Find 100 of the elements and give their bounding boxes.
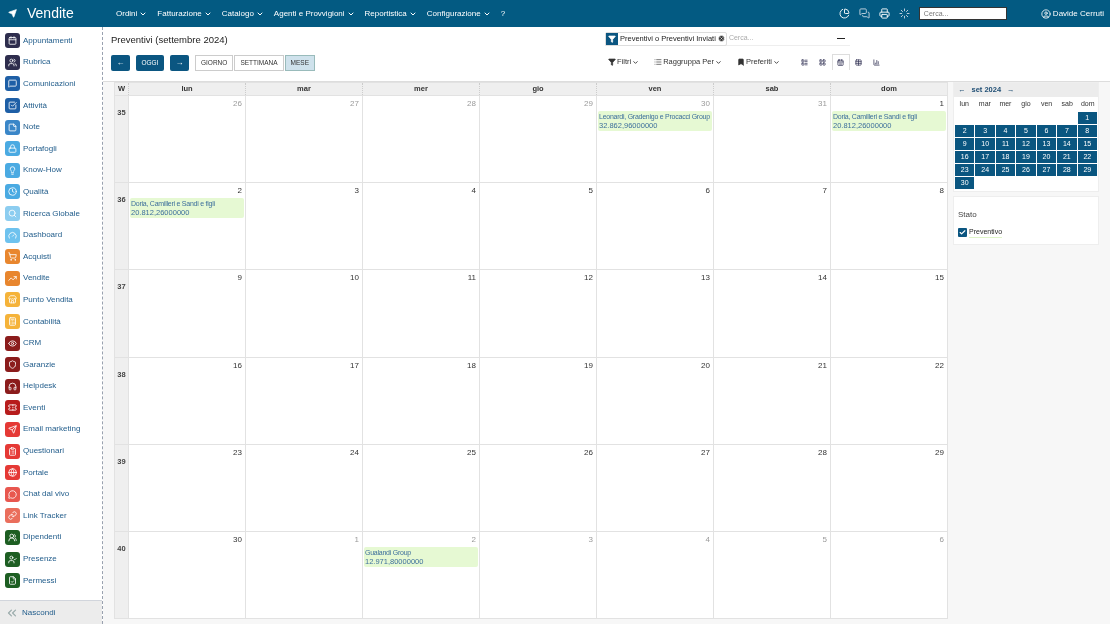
sidebar-item[interactable]: Link Tracker — [5, 505, 102, 527]
sidebar-item[interactable]: Vendite — [5, 267, 102, 290]
menu-item[interactable]: ? — [500, 7, 506, 20]
sidebar-item[interactable]: Helpdesk — [5, 375, 102, 398]
day-cell[interactable]: 30 — [128, 531, 245, 619]
hide-sidebar-button[interactable]: Nascondi — [0, 600, 102, 624]
day-cell[interactable]: 5 — [479, 183, 596, 270]
day-cell[interactable]: 13 — [596, 270, 713, 357]
day-number: 8 — [939, 185, 945, 198]
previous-button[interactable]: ← — [111, 55, 130, 72]
day-cell[interactable]: 26 — [479, 444, 596, 531]
sidebar-item[interactable]: Questionari — [5, 440, 102, 462]
sidebar-item[interactable]: Comunicazioni — [5, 73, 102, 95]
menu-item[interactable]: Catalogo — [221, 7, 264, 20]
sidebar-item[interactable]: Email marketing — [5, 418, 102, 441]
day-number: 31 — [818, 98, 828, 110]
sidebar-item[interactable]: Permessi — [5, 569, 102, 592]
remove-icon[interactable] — [717, 35, 725, 42]
sidebar-item[interactable]: Chat dal vivo — [5, 483, 102, 506]
sidebar-item[interactable]: Acquisti — [5, 245, 102, 268]
sidebar-item[interactable]: Know-How — [5, 159, 102, 182]
calendar-view-icon[interactable] — [831, 54, 850, 70]
day-cell[interactable]: 4 — [362, 183, 479, 270]
day-cell[interactable]: 8 — [830, 183, 947, 270]
chat-icon[interactable] — [858, 8, 870, 19]
day-number: 21 — [818, 359, 828, 372]
printer-icon[interactable] — [878, 8, 890, 19]
filter-icon — [608, 58, 616, 66]
menu-item[interactable]: Fatturazione — [157, 7, 212, 20]
day-cell[interactable]: 20 — [596, 357, 713, 444]
checkbox[interactable] — [958, 227, 967, 237]
day-number: 7 — [822, 185, 828, 198]
day-number: 1 — [354, 533, 360, 546]
caret-icon — [632, 58, 640, 66]
day-cell[interactable]: 23 — [128, 444, 245, 531]
day-cell[interactable]: 11 — [362, 270, 479, 357]
sidebar-item[interactable]: Eventi — [5, 397, 102, 419]
sidebar-item[interactable]: Presenze — [5, 548, 102, 570]
day-number: 28 — [818, 446, 828, 459]
menu-item[interactable]: Agenti e Provvigioni — [273, 7, 355, 20]
day-cell[interactable]: 27 — [596, 444, 713, 531]
sidebar-item[interactable]: Dipendenti — [5, 526, 102, 549]
sidebar-item[interactable]: Contabilità — [5, 310, 102, 333]
sidebar-item[interactable]: Rubrica — [5, 51, 102, 74]
sidebar-item[interactable]: Portale — [5, 461, 102, 484]
sidebar-item[interactable]: Dashboard — [5, 224, 102, 246]
spinner-icon[interactable] — [898, 8, 910, 19]
minus-icon[interactable] — [837, 37, 845, 40]
day-cell[interactable]: 28 — [713, 444, 830, 531]
day-number: 4 — [705, 533, 711, 546]
day-number: 26 — [584, 446, 594, 459]
bookmark-icon — [737, 58, 746, 66]
day-cell[interactable]: 6 — [596, 183, 713, 270]
day-number: 23 — [233, 446, 243, 459]
day-number: 14 — [818, 272, 828, 285]
day-number: 29 — [584, 98, 594, 110]
sidebar-item[interactable]: Appuntamenti — [5, 30, 102, 52]
sidebar-item[interactable]: Ricerca Globale — [5, 202, 102, 225]
day-cell[interactable]: 10 — [245, 270, 362, 357]
day-cell[interactable]: 7 — [713, 183, 830, 270]
day-number: 10 — [350, 272, 360, 285]
pie-chart-icon[interactable] — [838, 8, 850, 19]
sidebar-item[interactable]: CRM — [5, 332, 102, 354]
day-number: 12 — [584, 272, 594, 285]
day-cell[interactable]: 15 — [830, 270, 947, 357]
sidebar-item[interactable]: Punto Vendita — [5, 289, 102, 311]
day-number: 2 — [471, 533, 477, 546]
day-cell[interactable]: 18 — [362, 357, 479, 444]
day-cell[interactable]: 19 — [479, 357, 596, 444]
page-title: Preventivi (settembre 2024) — [111, 33, 229, 47]
day-number: 3 — [354, 185, 360, 198]
day-cell[interactable]: 25 — [362, 444, 479, 531]
day-number: 17 — [350, 359, 360, 372]
day-cell[interactable]: 12 — [479, 270, 596, 357]
day-cell[interactable]: 24 — [245, 444, 362, 531]
sidebar-item[interactable]: Portafogli — [5, 137, 102, 160]
day-cell[interactable]: 3 — [245, 183, 362, 270]
sidebar-item[interactable]: Attività — [5, 94, 102, 117]
menu-item[interactable]: Ordini — [116, 7, 148, 20]
day-number: 13 — [701, 272, 711, 285]
day-cell[interactable]: 22 — [830, 357, 947, 444]
sidebar-item[interactable]: Note — [5, 116, 102, 138]
day-cell[interactable]: 29 — [830, 444, 947, 531]
sidebar-item[interactable]: Garanzie — [5, 353, 102, 376]
day-number: 19 — [584, 359, 594, 372]
day-cell[interactable]: 21 — [713, 357, 830, 444]
next-button[interactable]: → — [170, 55, 189, 72]
day-number: 24 — [350, 446, 360, 459]
menu-item[interactable]: Configurazione — [426, 7, 491, 20]
day-number: 22 — [935, 359, 945, 372]
day-cell[interactable]: 9 — [128, 270, 245, 357]
sidebar-item[interactable]: Qualità — [5, 181, 102, 203]
menu-item[interactable]: Reportistica — [364, 7, 417, 20]
day-number: 29 — [935, 446, 945, 459]
user-name[interactable]: Davide Cerruti — [1052, 7, 1104, 20]
day-number: 28 — [467, 98, 477, 110]
day-cell[interactable]: 17 — [245, 357, 362, 444]
day-number: 2 — [237, 185, 243, 198]
day-cell[interactable]: 14 — [713, 270, 830, 357]
day-cell[interactable]: 16 — [128, 357, 245, 444]
